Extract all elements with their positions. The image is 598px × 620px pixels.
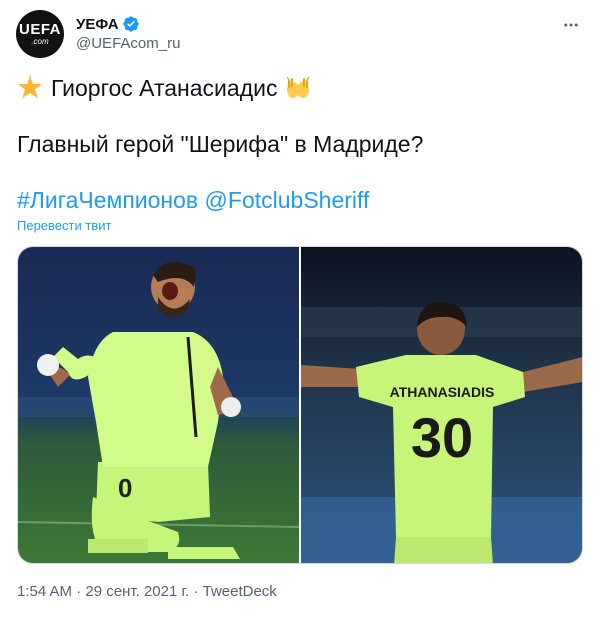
avatar-logo-text: UEFA [18,21,61,38]
handle[interactable]: @UEFAcom_ru [76,35,180,52]
hashtag-link[interactable]: #ЛигаЧемпионов [17,187,198,213]
meta-separator: · [193,583,199,600]
star-emoji-icon [18,75,42,99]
display-name[interactable]: УЕФА [76,16,119,33]
right-jersey-name: ATHANASIADIS [390,384,495,400]
raising-hands-emoji-icon [286,76,311,98]
right-jersey-number: 30 [411,406,473,469]
tweet-source[interactable]: TweetDeck [203,583,277,600]
tweet-line-1: Гиоргос Атанасиадис [17,74,311,102]
tweet-time[interactable]: 1:54 AM [17,583,72,600]
tweet-card: UEFA .com УЕФА @UEFAcom_ru Гиоргос Атана… [0,0,598,620]
left-jersey-number: 0 [118,473,132,503]
name-row[interactable]: УЕФА [76,15,140,33]
mention-link[interactable]: @FotclubSheriff [205,187,370,213]
tweet-line-1-text: Гиоргос Атанасиадис [51,75,278,101]
avatar[interactable]: UEFA .com [16,10,64,58]
tweet-links-line: #ЛигаЧемпионов @FotclubSheriff [17,186,369,214]
verified-badge-icon [122,16,139,32]
tweet-line-2: Главный герой "Шерифа" в Мадриде? [17,131,424,157]
more-options-icon[interactable] [560,14,582,36]
goalkeeper-back-image: ATHANASIADIS 30 [301,247,582,563]
photo-left[interactable]: 0 [18,247,299,563]
tweet-meta: 1:54 AM · 29 сент. 2021 г. · TweetDeck [17,583,277,600]
goalkeeper-celebrating-image: 0 [18,247,299,563]
translate-tweet-link[interactable]: Перевести твит [17,218,111,233]
media-grid: 0 ATHANASIADIS 30 [17,246,583,564]
avatar-logo-subtext: .com [31,37,49,46]
meta-separator: · [76,583,82,600]
tweet-date[interactable]: 29 сент. 2021 г. [85,583,189,600]
photo-right[interactable]: ATHANASIADIS 30 [301,247,582,563]
